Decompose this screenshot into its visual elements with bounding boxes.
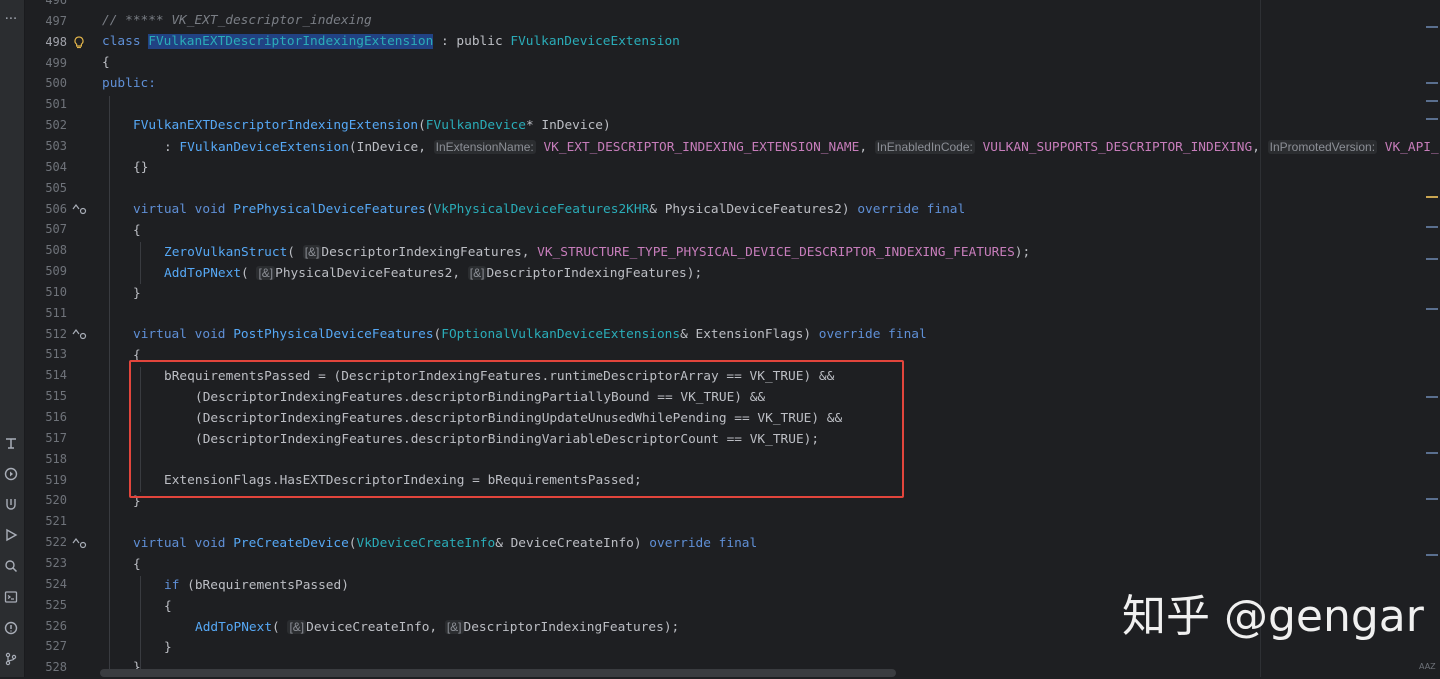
stripe-marker[interactable] bbox=[1426, 118, 1438, 120]
code-line-527: } bbox=[164, 640, 172, 655]
code-line-502: FVulkanEXTDescriptorIndexingExtension(FV… bbox=[133, 118, 611, 133]
line-number: 502 bbox=[45, 118, 67, 133]
inlay-hint: [&] bbox=[302, 245, 322, 259]
stripe-marker[interactable] bbox=[1426, 258, 1438, 260]
inlay-hint: [&] bbox=[287, 620, 307, 634]
search-icon[interactable] bbox=[1, 559, 21, 579]
line-number: 509 bbox=[45, 264, 67, 279]
right-margin-guide bbox=[1260, 0, 1261, 677]
stripe-marker[interactable] bbox=[1426, 196, 1438, 198]
stripe-marker[interactable] bbox=[1426, 308, 1438, 310]
run-icon[interactable] bbox=[1, 528, 21, 548]
code-line-522: virtual void PreCreateDevice(VkDeviceCre… bbox=[133, 536, 758, 551]
code-line-512: virtual void PostPhysicalDeviceFeatures(… bbox=[133, 327, 927, 342]
line-number: 508 bbox=[45, 243, 67, 258]
line-number: 511 bbox=[45, 305, 67, 320]
line-number: 501 bbox=[45, 97, 67, 112]
inlay-hint: [&] bbox=[444, 620, 464, 634]
corner-text: AAZ bbox=[1419, 662, 1436, 671]
line-number: 517 bbox=[45, 430, 67, 445]
code-line-508: ZeroVulkanStruct( [&] DescriptorIndexingF… bbox=[164, 245, 1031, 260]
line-number: 521 bbox=[45, 514, 67, 529]
inlay-hint: InExtensionName: bbox=[433, 140, 536, 154]
code-line-509: AddToPNext( [&] PhysicalDeviceFeatures2, … bbox=[164, 266, 703, 281]
line-number: 526 bbox=[45, 618, 67, 633]
inlay-hint: InPromotedVersion: bbox=[1267, 140, 1378, 154]
line-number: 515 bbox=[45, 389, 67, 404]
inlay-hint: InEnabledInCode: bbox=[874, 140, 975, 154]
line-number: 500 bbox=[45, 76, 67, 91]
code-line-510: } bbox=[133, 286, 141, 301]
code-line-507: { bbox=[133, 223, 141, 238]
line-number: 504 bbox=[45, 159, 67, 174]
stripe-marker[interactable] bbox=[1426, 82, 1438, 84]
inlay-hint: [&] bbox=[256, 266, 276, 280]
override-gutter-icon[interactable] bbox=[71, 203, 89, 218]
line-number: 527 bbox=[45, 639, 67, 654]
services-icon[interactable] bbox=[1, 467, 21, 487]
code-line-500: public: bbox=[102, 76, 156, 91]
code-line-523: { bbox=[133, 557, 141, 572]
stripe-marker[interactable] bbox=[1426, 26, 1438, 28]
line-number: 522 bbox=[45, 535, 67, 550]
code-line-498: class FVulkanEXTDescriptorIndexingExtens… bbox=[102, 34, 680, 49]
stripe-marker[interactable] bbox=[1426, 498, 1438, 500]
line-number: 525 bbox=[45, 597, 67, 612]
code-line-503: : FVulkanDeviceExtension(InDevice, InExt… bbox=[164, 140, 1439, 155]
editor-gutter: 496 497 498 499 500 501 502 503 504 505 506 507 508 5… bbox=[25, 0, 100, 677]
horizontal-scrollbar[interactable] bbox=[100, 669, 896, 677]
code-line-526: AddToPNext( [&] DeviceCreateInfo, [&] Desc… bbox=[195, 620, 680, 635]
code-line-525: { bbox=[164, 599, 172, 614]
line-number: 519 bbox=[45, 472, 67, 487]
terminal-icon[interactable] bbox=[1, 590, 21, 610]
highlight-box bbox=[129, 360, 904, 498]
watermark: 知乎 @gengar bbox=[1122, 591, 1424, 642]
code-line-497: // ***** VK_EXT_descriptor_indexing bbox=[102, 13, 372, 28]
line-number: 524 bbox=[45, 576, 67, 591]
stripe-marker[interactable] bbox=[1426, 226, 1438, 228]
line-number: 514 bbox=[45, 368, 67, 383]
line-number: 499 bbox=[45, 55, 67, 70]
line-number: 505 bbox=[45, 180, 67, 195]
stripe-marker[interactable] bbox=[1426, 100, 1438, 102]
git-branch-icon[interactable] bbox=[1, 652, 21, 672]
line-number: 516 bbox=[45, 410, 67, 424]
inlay-hint: [&] bbox=[467, 266, 487, 280]
line-number: 513 bbox=[45, 347, 67, 362]
line-number: 507 bbox=[45, 222, 67, 237]
line-number: 498 bbox=[45, 34, 67, 49]
activity-bar: ··· bbox=[0, 0, 25, 677]
override-gutter-icon[interactable] bbox=[71, 328, 89, 343]
more-actions-icon[interactable]: ··· bbox=[1, 10, 21, 30]
lightbulb-icon[interactable] bbox=[73, 36, 85, 52]
line-number: 510 bbox=[45, 284, 67, 299]
line-number: 506 bbox=[45, 201, 67, 216]
error-stripe[interactable] bbox=[1426, 0, 1440, 677]
line-number: 503 bbox=[45, 138, 67, 153]
stripe-marker[interactable] bbox=[1426, 452, 1438, 454]
stripe-marker[interactable] bbox=[1426, 554, 1438, 556]
line-number: 528 bbox=[45, 660, 67, 675]
line-number: 497 bbox=[45, 13, 67, 28]
override-gutter-icon[interactable] bbox=[71, 537, 89, 552]
stripe-marker[interactable] bbox=[1426, 396, 1438, 398]
problems-icon[interactable] bbox=[1, 621, 21, 641]
code-line-524: if (bRequirementsPassed) bbox=[164, 578, 349, 593]
code-line-506: virtual void PrePhysicalDeviceFeatures(V… bbox=[133, 202, 966, 217]
line-number: 512 bbox=[45, 326, 67, 341]
line-number: 523 bbox=[45, 555, 67, 570]
unit-test-icon[interactable] bbox=[1, 497, 21, 517]
text-format-icon[interactable] bbox=[1, 436, 21, 456]
code-editor[interactable]: // ***** VK_EXT_descriptor_indexing clas… bbox=[100, 0, 1440, 677]
class-name: FVulkanEXTDescriptorIndexingExtension bbox=[148, 34, 434, 49]
line-number: 518 bbox=[45, 451, 67, 466]
line-number: 496 bbox=[45, 0, 67, 7]
code-line-499: { bbox=[102, 55, 110, 70]
code-line-504: {} bbox=[133, 160, 149, 175]
line-number: 520 bbox=[45, 493, 67, 508]
